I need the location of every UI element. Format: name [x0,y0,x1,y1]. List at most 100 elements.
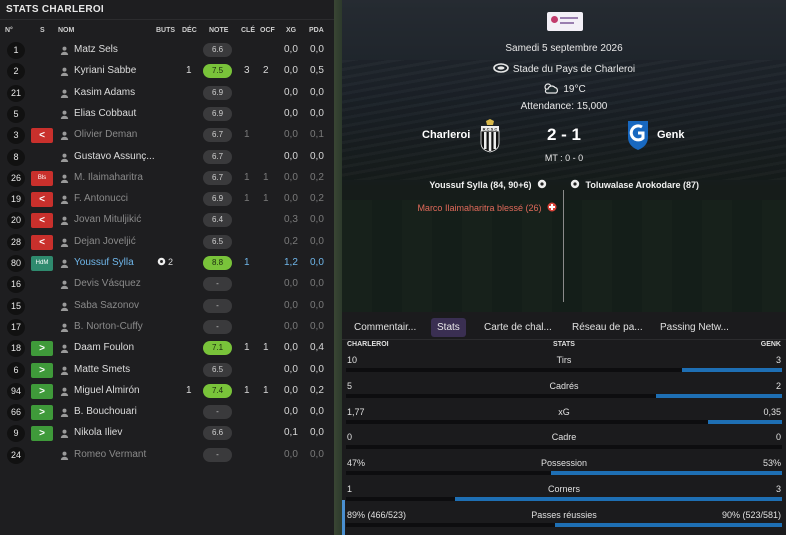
player-name[interactable]: Olivier Deman [74,129,156,140]
player-name[interactable]: Kasim Adams [74,87,156,98]
tab-shot-map[interactable]: Carte de chal... [478,318,558,337]
table-row[interactable]: 8 Gustavo Assunç... 6.7 0,0 0,0 [0,147,334,168]
player-name[interactable]: Matz Sels [74,44,156,55]
status-badge[interactable]: > [31,405,53,421]
rating-badge: 6.9 [203,85,232,100]
table-row[interactable]: 9 > Nikola Iliev 6.6 0,1 0,0 [0,423,334,444]
status-badge[interactable]: > [31,383,53,399]
table-row[interactable]: 15 Saba Sazonov - 0,0 0,0 [0,296,334,317]
table-row[interactable]: 66 > B. Bouchouari - 0,0 0,0 [0,402,334,423]
col-ocf[interactable]: OCF [260,27,275,34]
shirt-number: 17 [7,318,25,336]
injury-event[interactable]: Marco Ilaimaharitra blessé (26) [417,202,557,213]
shirt-number: 16 [7,276,25,294]
away-scorer[interactable]: Toluwalase Arokodare (87) [570,179,699,190]
table-row[interactable]: 5 Elias Cobbaut 6.9 0,0 0,0 [0,104,334,125]
col-pda[interactable]: PDA [309,27,324,34]
player-name[interactable]: Elias Cobbaut [74,108,156,119]
stadium-line[interactable]: Stade du Pays de Charleroi [342,63,786,75]
player-name[interactable]: Youssuf Sylla [74,257,156,268]
weather-line: 19°C [342,82,786,95]
col-note[interactable]: NOTE [209,27,228,34]
player-name[interactable]: Nikola Iliev [74,427,156,438]
stat-label: Cadre [551,432,577,443]
player-name[interactable]: M. Ilaimaharitra [74,172,156,183]
stat-row[interactable]: 5 Cadrés 2 [342,378,786,404]
col-name[interactable]: NOM [58,27,74,34]
player-name[interactable]: Kyriani Sabbe [74,65,156,76]
home-scorer[interactable]: Youssuf Sylla (84, 90+6) [429,179,547,190]
xg-value: 0,0 [284,171,298,183]
pda-value: 0,0 [310,107,324,119]
table-row[interactable]: 19 < F. Antonucci 6.9 1 1 0,0 0,2 [0,189,334,210]
stat-bar-away-fill [681,368,782,372]
tab-commentary[interactable]: Commentair... [348,318,422,337]
table-row[interactable]: 24 Romeo Vermant - 0,0 0,0 [0,445,334,466]
player-name[interactable]: Saba Sazonov [74,300,156,311]
col-num[interactable]: N° [5,27,13,34]
player-name[interactable]: Jovan Mituljikić [74,214,156,225]
player-name[interactable]: Miguel Almirón [74,385,156,396]
table-row[interactable]: 1 Matz Sels 6.6 0,0 0,0 [0,40,334,61]
home-team-name[interactable]: Charleroi [422,129,470,141]
player-name[interactable]: B. Bouchouari [74,406,156,417]
status-badge[interactable]: Bls [31,170,53,186]
col-xg[interactable]: XG [286,27,296,34]
player-name[interactable]: Romeo Vermant [74,449,156,460]
charleroi-crest-icon[interactable]: R.C.S.C [480,119,500,153]
status-badge[interactable]: < [31,234,53,250]
stat-row[interactable]: 10 Tirs 3 [342,352,786,378]
person-icon [60,344,69,354]
stat-row[interactable]: 0 Cadre 0 [342,429,786,455]
stats-away-header: GENK [760,341,781,348]
genk-crest-icon[interactable] [626,119,650,151]
table-row[interactable]: 6 > Matte Smets 6.5 0,0 0,0 [0,360,334,381]
stat-row[interactable]: 1,77 xG 0,35 [342,404,786,430]
table-row[interactable]: 21 Kasim Adams 6.9 0,0 0,0 [0,83,334,104]
table-row[interactable]: 3 < Olivier Deman 6.7 1 0,0 0,1 [0,125,334,146]
player-name[interactable]: Matte Smets [74,364,156,375]
table-row[interactable]: 18 > Daam Foulon 7.1 1 1 0,0 0,4 [0,338,334,359]
col-buts[interactable]: BUTS [156,27,175,34]
col-status[interactable]: S [40,27,45,34]
table-row[interactable]: 94 > Miguel Almirón 1 7.4 1 1 0,0 0,2 [0,381,334,402]
player-name[interactable]: B. Norton-Cuffy [74,321,156,332]
table-row[interactable]: 2 Kyriani Sabbe 1 7.5 3 2 0,0 0,5 [0,61,334,82]
stat-row[interactable]: 47% Possession 53% [342,455,786,481]
pda-value: 0,0 [310,150,324,162]
table-row[interactable]: 16 Devis Vásquez - 0,0 0,0 [0,274,334,295]
stat-row[interactable]: 1 Corners 3 [342,481,786,507]
injury-text: Marco Ilaimaharitra blessé (26) [417,203,542,213]
table-row[interactable]: 20 < Jovan Mituljikić 6.4 0,3 0,0 [0,210,334,231]
status-badge[interactable]: < [31,128,53,144]
player-name[interactable]: Daam Foulon [74,342,156,353]
tab-passing-network[interactable]: Passing Netw... [654,318,735,337]
table-row[interactable]: 80 HdM Youssuf Sylla 2 8.8 1 1,2 0,0 [0,253,334,274]
stat-away-value: 0 [775,432,781,443]
table-row[interactable]: 28 < Dejan Joveljić 6.5 0,2 0,0 [0,232,334,253]
chances-value: 1 [263,193,269,205]
competition-logo[interactable] [547,12,583,31]
stat-row[interactable]: 89% (466/523) Passes réussies 90% (523/581… [342,507,786,533]
xg-value: 0,0 [284,107,298,119]
status-badge[interactable]: > [31,426,53,442]
shirt-number: 9 [7,425,25,443]
rating-badge: 6.7 [203,170,232,185]
status-badge[interactable]: > [31,341,53,357]
player-name[interactable]: Devis Vásquez [74,278,156,289]
shirt-number: 1 [7,42,25,59]
away-team-name[interactable]: Genk [657,129,685,141]
player-name[interactable]: Gustavo Assunç... [74,151,156,162]
table-row[interactable]: 17 B. Norton-Cuffy - 0,0 0,0 [0,317,334,338]
player-name[interactable]: Dejan Joveljić [74,236,156,247]
tab-pass-network[interactable]: Réseau de pa... [566,318,649,337]
status-badge[interactable]: < [31,192,53,208]
status-badge[interactable]: > [31,362,53,378]
status-badge[interactable]: < [31,213,53,229]
status-badge[interactable]: HdM [31,256,53,271]
tab-stats[interactable]: Stats [431,318,466,337]
col-cle[interactable]: CLÉ [241,27,255,34]
col-dec[interactable]: DÉC [182,27,197,34]
player-name[interactable]: F. Antonucci [74,193,156,204]
table-row[interactable]: 26 Bls M. Ilaimaharitra 6.7 1 1 0,0 0,2 [0,168,334,189]
